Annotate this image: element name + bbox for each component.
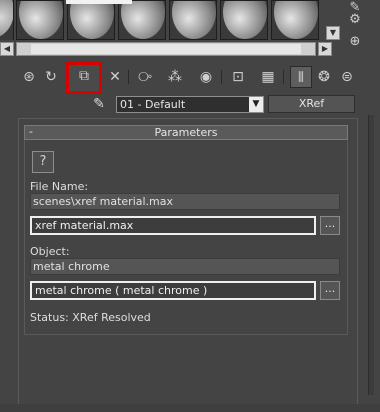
- sample-slot[interactable]: [169, 0, 217, 40]
- toolbar-separator: [221, 70, 222, 84]
- reset-map-icon[interactable]: ✕: [104, 66, 126, 88]
- material-type-button[interactable]: XRef: [268, 95, 355, 113]
- selected-slot-indicator: [66, 0, 132, 4]
- sample-slot[interactable]: [67, 0, 115, 40]
- material-id-channel-icon[interactable]: ◉: [195, 66, 217, 88]
- vscroll-down-button[interactable]: ▼: [326, 26, 340, 40]
- horizontal-scrollbar[interactable]: [16, 42, 316, 56]
- file-browse-button[interactable]: ...: [320, 216, 340, 235]
- assign-to-selection-icon[interactable]: ⧉: [66, 62, 102, 94]
- sample-slot[interactable]: [220, 0, 268, 40]
- object-label: Object:: [30, 245, 70, 258]
- object-browse-button[interactable]: ...: [320, 281, 340, 300]
- get-material-icon[interactable]: ⊛: [18, 66, 40, 88]
- sample-slot[interactable]: [118, 0, 166, 40]
- material-editor-toolbar: ⊛ ↻ ⧉ ✕ ⧂ ⁂ ◉ ⊡ ▦ ⫴ ❂ ⊜: [0, 62, 380, 94]
- file-name-field: scenes\xref material.max: [30, 193, 340, 210]
- object-select-button[interactable]: metal chrome ( metal chrome ): [30, 281, 316, 300]
- hscroll-left-button[interactable]: ◀: [0, 42, 14, 56]
- sample-slot[interactable]: [271, 0, 319, 40]
- chevron-down-icon[interactable]: ▼: [249, 97, 263, 112]
- scrollbar-thumb[interactable]: [31, 44, 301, 54]
- material-name-dropdown[interactable]: 01 - Default ▼: [116, 96, 264, 113]
- bottom-edge: [0, 404, 380, 412]
- collapse-icon: -: [29, 125, 33, 138]
- parameters-rollout-body: [24, 140, 348, 335]
- panel-scrollbar[interactable]: [368, 115, 374, 395]
- show-map-in-viewport-icon[interactable]: ⊡: [227, 66, 249, 88]
- hscroll-right-button[interactable]: ▶: [318, 42, 332, 56]
- sample-slots-area: ▼ ◀ ▶ ⚙ ⊕ ✎: [0, 0, 380, 60]
- rollout-title: Parameters: [154, 126, 218, 139]
- parameters-rollout-header[interactable]: - Parameters: [24, 125, 348, 140]
- toolbar-separator: [283, 70, 284, 84]
- put-to-scene-icon[interactable]: ↻: [40, 66, 62, 88]
- options-icon[interactable]: ⊜: [336, 66, 358, 88]
- show-end-result-icon[interactable]: ▦: [257, 66, 279, 88]
- background-icon[interactable]: ✎: [346, 0, 364, 16]
- put-to-library-icon[interactable]: ⁂: [164, 66, 186, 88]
- go-to-parent-icon[interactable]: ⫴: [290, 66, 312, 88]
- sample-slot-partial[interactable]: [0, 0, 14, 40]
- make-unique-icon[interactable]: ⧂: [134, 66, 156, 88]
- toolbar-separator: [128, 70, 129, 84]
- go-forward-to-sibling-icon[interactable]: ❂: [313, 66, 335, 88]
- sample-slot[interactable]: [16, 0, 64, 40]
- help-icon[interactable]: ?: [32, 151, 54, 173]
- eyedropper-icon[interactable]: ✎: [90, 95, 108, 113]
- xref-status-text: Status: XRef Resolved: [30, 311, 151, 324]
- material-name: 01 - Default: [120, 98, 186, 111]
- backlight-icon[interactable]: ⊕: [346, 34, 364, 50]
- file-name-label: File Name:: [30, 180, 89, 193]
- file-select-button[interactable]: xref material.max: [30, 216, 316, 235]
- object-field: metal chrome: [30, 258, 340, 275]
